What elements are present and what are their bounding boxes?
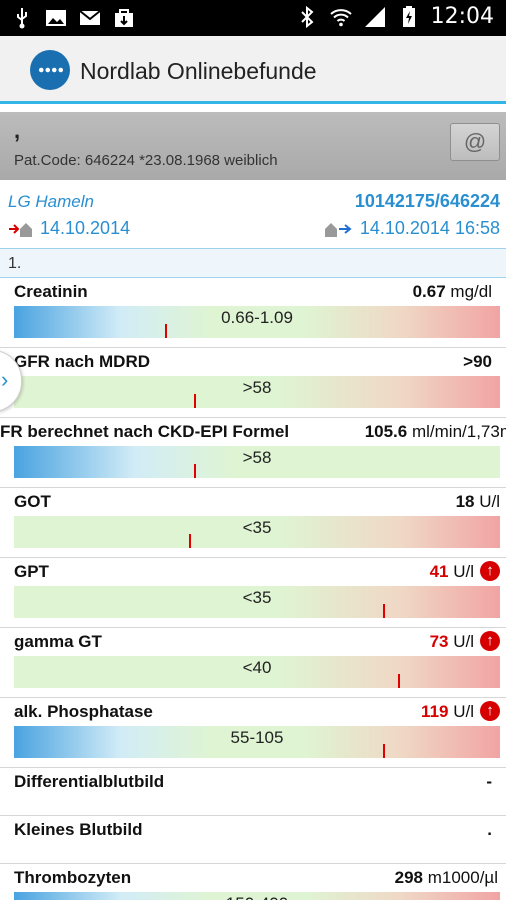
result-name: gamma GT (14, 632, 102, 651)
high-value-alert-icon: ↑ (480, 631, 500, 651)
reported-icon (324, 222, 352, 237)
app-logo-icon[interactable] (30, 50, 70, 90)
range-bar: >58 (14, 446, 500, 478)
chevron-right-icon: › (1, 367, 9, 392)
result-value: - (486, 772, 492, 791)
value-marker (189, 534, 191, 548)
signal-icon (364, 6, 385, 27)
result-value: 298 m1000/µl (394, 868, 498, 887)
result-value: 73 U/l (429, 632, 474, 651)
patient-header: , Pat.Code: 646224 *23.08.1968 weiblich … (0, 112, 506, 180)
reported-date: 14.10.2014 16:58 (324, 218, 500, 239)
high-value-alert-icon: ↑ (480, 561, 500, 581)
result-name: GPT (14, 562, 49, 581)
order-number: 10142175/646224 (354, 191, 500, 211)
value-marker (194, 394, 196, 408)
value-marker (165, 324, 167, 338)
result-name: Differentialblutbild (14, 772, 165, 791)
range-bar: 55-105 (14, 726, 500, 758)
reported-date-text: 14.10.2014 16:58 (359, 218, 500, 238)
result-name: GOT (14, 492, 51, 511)
range-bar: <35 (14, 516, 500, 548)
patient-name: , (14, 118, 21, 143)
result-row[interactable]: Creatinin 0.67 mg/dl 0.66-1.09 (0, 278, 506, 348)
result-row[interactable]: Thrombozyten 298 m1000/µl 150-400 (0, 864, 506, 900)
result-row[interactable]: FR berechnet nach CKD-EPI Formel 105.6 m… (0, 418, 506, 488)
wifi-icon (329, 8, 352, 26)
battery-icon (402, 5, 415, 27)
range-bar: <40 (14, 656, 500, 688)
result-value: 105.6 ml/min/1,73m (364, 422, 506, 441)
result-row[interactable]: GPT 41 U/l ↑ <35 (0, 558, 506, 628)
high-value-alert-icon: ↑ (480, 701, 500, 721)
result-value: 41 U/l (429, 562, 474, 581)
range-label: 150-400 (14, 894, 500, 900)
patient-code: Pat.Code: 646224 *23.08.1968 weiblich (14, 152, 278, 169)
value-marker (398, 674, 400, 688)
result-name: GFR nach MDRD (14, 352, 150, 371)
range-label: <40 (242, 658, 272, 677)
range-label: 55-105 (230, 728, 284, 747)
range-bar: 150-400 (14, 892, 500, 900)
lab-name: LG Hameln (8, 192, 94, 211)
received-date-text: 14.10.2014 (40, 218, 131, 238)
result-row[interactable]: Kleines Blutbild . (0, 816, 506, 864)
range-label: 0.66-1.09 (221, 308, 293, 327)
status-bar: 12:04 (0, 0, 506, 36)
range-bar: >58 (14, 376, 500, 408)
email-button[interactable]: @ (450, 123, 500, 161)
result-name: Creatinin (14, 282, 88, 301)
result-value: 18 U/l (455, 492, 500, 511)
order-info: LG Hameln 10142175/646224 14.10.2014 14.… (0, 184, 506, 246)
range-bar: <35 (14, 586, 500, 618)
received-date: 14.10.2014 (8, 218, 130, 239)
result-row[interactable]: Differentialblutbild - (0, 768, 506, 816)
range-label: >58 (242, 378, 272, 397)
usb-icon (17, 8, 27, 29)
results-list: Creatinin 0.67 mg/dl 0.66-1.09 GFR nach … (0, 278, 506, 900)
result-value: >90 (463, 352, 492, 371)
value-marker (383, 604, 385, 618)
result-value: 119 U/l (421, 702, 474, 721)
value-marker (194, 464, 196, 478)
app-title: Nordlab Onlinebefunde (80, 58, 317, 84)
range-label: <35 (242, 588, 272, 607)
range-bar: 0.66-1.09 (14, 306, 500, 338)
result-name: Thrombozyten (14, 868, 132, 887)
status-clock: 12:04 (430, 4, 494, 29)
bag-icon (115, 9, 133, 27)
section-header: 1. (0, 248, 506, 278)
result-name: FR berechnet nach CKD-EPI Formel (0, 422, 290, 441)
value-marker (383, 744, 385, 758)
range-label: >58 (242, 448, 272, 467)
result-row[interactable]: GFR nach MDRD >90 >58 (0, 348, 506, 418)
result-name: alk. Phosphatase (14, 702, 153, 721)
result-value: . (487, 820, 492, 839)
range-label: <35 (242, 518, 272, 537)
result-row[interactable]: alk. Phosphatase 119 U/l ↑ 55-105 (0, 698, 506, 768)
image-icon (46, 10, 66, 26)
action-bar: Nordlab Onlinebefunde (0, 36, 506, 104)
bluetooth-icon (300, 5, 314, 28)
result-value: 0.67 mg/dl (412, 282, 492, 301)
received-icon (9, 222, 32, 237)
result-row[interactable]: GOT 18 U/l <35 (0, 488, 506, 558)
result-row[interactable]: gamma GT 73 U/l ↑ <40 (0, 628, 506, 698)
mail-icon (79, 10, 101, 25)
result-name: Kleines Blutbild (14, 820, 143, 839)
section-label: 1. (8, 255, 22, 272)
